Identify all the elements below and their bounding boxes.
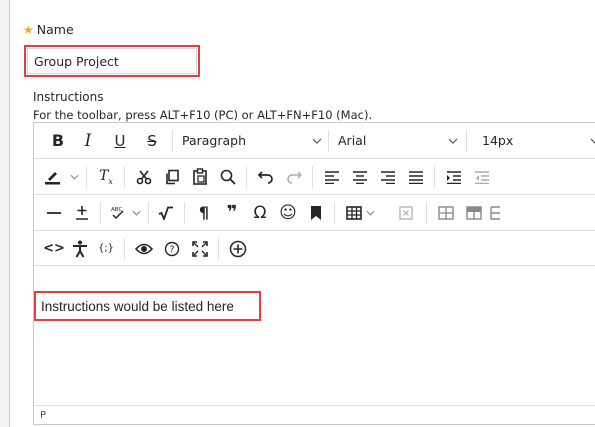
paragraph-format-value: Paragraph — [182, 133, 247, 148]
editor-status-bar: P — [34, 405, 595, 425]
toolbar-separator — [124, 166, 125, 188]
instructions-label: Instructions — [33, 90, 104, 104]
delete-table-icon[interactable] — [392, 195, 420, 230]
toolbar-separator — [124, 238, 125, 260]
add-content-icon[interactable] — [224, 231, 252, 266]
toolbar-hint: For the toolbar, press ALT+F10 (PC) or A… — [33, 108, 373, 122]
align-left-icon[interactable] — [318, 159, 346, 194]
toolbar-separator — [334, 202, 335, 224]
toolbar-separator — [172, 130, 173, 152]
italic-button[interactable]: I — [74, 123, 102, 158]
name-label: ★ Name — [23, 22, 74, 37]
toolbar-separator — [218, 238, 219, 260]
table-column-icon[interactable] — [490, 195, 510, 230]
strikethrough-button[interactable]: S — [138, 123, 166, 158]
align-center-icon[interactable] — [346, 159, 374, 194]
chevron-down-icon[interactable] — [128, 195, 144, 230]
copy-icon[interactable] — [158, 159, 186, 194]
toolbar-separator — [246, 166, 247, 188]
align-justify-icon[interactable] — [402, 159, 430, 194]
quote-icon[interactable]: ❞ — [218, 195, 246, 230]
chevron-down-icon — [448, 138, 458, 144]
instructions-text: Instructions would be listed here — [34, 291, 261, 321]
text-color-icon[interactable] — [40, 159, 66, 194]
toolbar-separator — [100, 202, 101, 224]
chevron-down-icon[interactable] — [66, 159, 82, 194]
toolbar-separator — [426, 202, 427, 224]
plus-minus-icon[interactable] — [68, 195, 96, 230]
toolbar-separator — [328, 130, 329, 152]
chevron-down-icon — [590, 138, 595, 144]
preview-eye-icon[interactable] — [130, 231, 158, 266]
table-row-icon[interactable] — [460, 195, 488, 230]
toolbar-separator — [148, 202, 149, 224]
element-path: P — [40, 410, 47, 421]
emoji-icon[interactable]: ☺ — [274, 195, 302, 230]
undo-icon[interactable] — [252, 159, 280, 194]
font-size-value: 14px — [482, 133, 514, 148]
font-family-value: Arial — [338, 133, 367, 148]
chevron-down-icon[interactable] — [362, 195, 378, 230]
bold-button[interactable]: B — [44, 123, 72, 158]
toolbar-row-4: <> {;} ? — [34, 231, 595, 266]
help-icon[interactable]: ? — [158, 231, 186, 266]
fullscreen-icon[interactable] — [186, 231, 214, 266]
toolbar-separator — [312, 166, 313, 188]
redo-icon[interactable] — [280, 159, 308, 194]
toolbar-separator — [434, 166, 435, 188]
name-label-text: Name — [36, 22, 74, 37]
rich-text-editor: B I U S Paragraph Arial 14px Tx ABC ¶ ❞ … — [33, 122, 595, 425]
clear-formatting-button[interactable]: Tx — [92, 159, 120, 194]
name-input[interactable]: Group Project — [24, 45, 200, 77]
indent-icon[interactable] — [440, 159, 468, 194]
bookmark-icon[interactable] — [302, 195, 330, 230]
toolbar-separator — [86, 166, 87, 188]
toolbar-row-1: B I U S Paragraph Arial 14px — [34, 123, 595, 159]
source-code-icon[interactable]: <> — [40, 231, 68, 266]
paragraph-format-select[interactable]: Paragraph — [182, 123, 330, 158]
toolbar-separator — [184, 202, 185, 224]
clear-format-label: Tx — [99, 167, 113, 186]
outdent-icon[interactable] — [468, 159, 496, 194]
table-cell-icon[interactable] — [432, 195, 460, 230]
paragraph-mark-icon[interactable]: ¶ — [190, 195, 218, 230]
accessibility-icon[interactable] — [66, 231, 94, 266]
horizontal-line-icon[interactable] — [40, 195, 68, 230]
toolbar-row-3: ABC ¶ ❞ Ω ☺ — [34, 195, 595, 231]
search-icon[interactable] — [214, 159, 242, 194]
chevron-down-icon — [312, 138, 322, 144]
name-input-value: Group Project — [34, 53, 119, 69]
align-right-icon[interactable] — [374, 159, 402, 194]
required-star-icon: ★ — [23, 23, 34, 37]
paste-icon[interactable] — [186, 159, 214, 194]
math-icon[interactable]: {;} — [92, 231, 120, 266]
font-size-select[interactable]: 14px — [482, 123, 595, 158]
svg-text:ABC: ABC — [111, 207, 122, 213]
svg-text:?: ? — [169, 244, 174, 255]
toolbar-separator — [466, 130, 467, 152]
editor-content-area[interactable] — [34, 266, 595, 406]
special-character-icon[interactable]: Ω — [246, 195, 274, 230]
toolbar-row-2: Tx — [34, 159, 595, 195]
square-root-icon[interactable] — [152, 195, 180, 230]
cut-icon[interactable] — [130, 159, 158, 194]
underline-button[interactable]: U — [106, 123, 134, 158]
font-family-select[interactable]: Arial — [338, 123, 466, 158]
